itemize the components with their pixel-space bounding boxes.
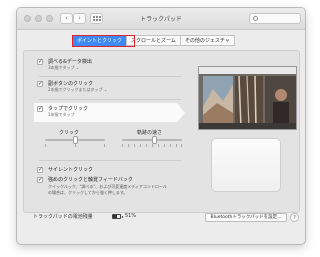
tab-more-gestures[interactable]: その他のジェスチャ [179,35,235,46]
force-click-checkbox[interactable] [37,176,43,183]
lookup-checkbox[interactable] [37,58,43,65]
tap-to-click-checkbox[interactable] [37,105,43,112]
tracking-slider-ticks [122,144,182,147]
divider [39,99,181,100]
tracking-slider[interactable] [122,136,182,144]
title-bar: ‹ › トラックパッド [17,8,305,30]
lookup-gesture-popup[interactable]: 3本指でタップ ⌄ [48,65,79,71]
trackpad-illustration [211,138,281,192]
force-click-description: クイックルック、"調べる"、および可変速度メディアコントロールの場合は、クリック… [48,184,167,195]
divider [39,160,181,161]
gesture-preview-video [198,66,297,130]
setup-bluetooth-trackpad-button[interactable]: Bluetoothトラックパッドを設定... [205,213,287,222]
tracking-slider-label: 軌跡の速さ [137,130,163,136]
force-click-label: 強めのクリックと触覚フィードバック [48,177,133,183]
preview-image [199,67,296,129]
tracking-slider-knob[interactable] [152,136,158,144]
tap-to-click-sub: 1本指でタップ [48,112,75,117]
click-slider-ticks [45,144,105,147]
battery-percentage: 51% [125,213,137,219]
tab-highlight-annotation [72,35,135,47]
search-field[interactable] [249,13,301,24]
click-slider-label: クリック [59,130,80,136]
battery-label: トラックパッドの電池残量 [33,214,93,220]
help-button[interactable]: ? [290,213,299,222]
secondary-click-label: 副ボタンのクリック [48,81,94,87]
search-icon [253,16,258,21]
click-slider-knob[interactable] [72,136,78,144]
silent-click-label: サイレントクリック [48,167,94,173]
click-slider[interactable] [45,136,105,144]
silent-click-checkbox[interactable] [37,166,43,173]
battery-icon [112,214,123,219]
selection-pointer [177,103,185,122]
preferences-window: ‹ › トラックパッド ポイントとクリック スクロールとズーム その他のジェスチ… [16,7,306,245]
tap-to-click-label: タップでクリック [48,106,89,112]
secondary-click-popup[interactable]: 2本指でクリックまたはタップ ⌄ [48,87,107,93]
secondary-click-checkbox[interactable] [37,80,43,87]
lookup-label: 調べる&データ検出 [48,59,92,65]
divider [39,76,181,77]
